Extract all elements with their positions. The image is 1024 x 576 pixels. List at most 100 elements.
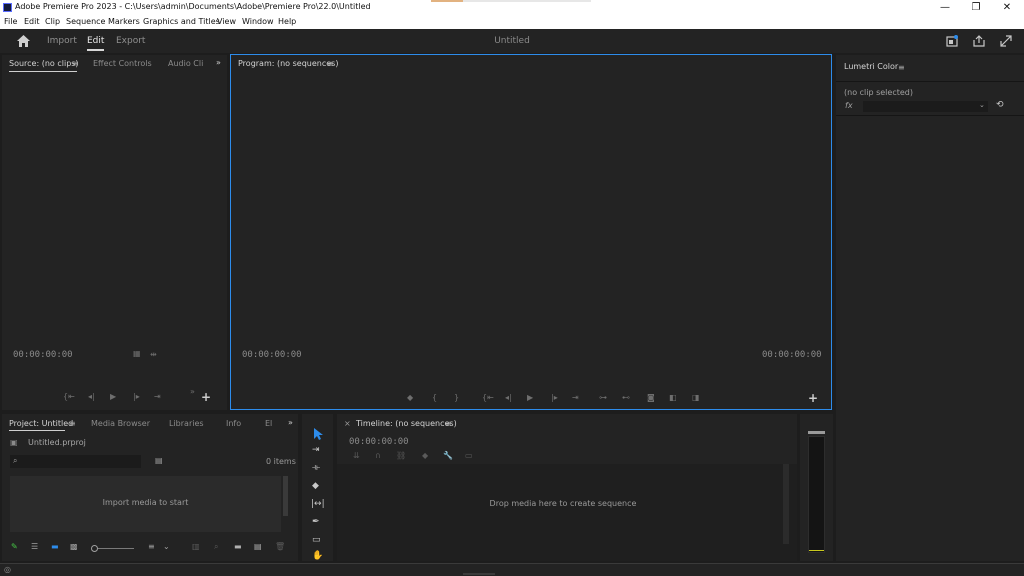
source-step-forward-icon[interactable]: |▸ <box>133 392 140 401</box>
timeline-settings-wrench-icon[interactable]: 🔧 <box>443 451 453 460</box>
source-go-to-out-icon[interactable]: ⇥ <box>154 392 161 401</box>
linked-selection-icon[interactable]: ⛓ <box>396 451 406 460</box>
background-tasks-icon[interactable]: ◎ <box>4 565 11 574</box>
lumetri-color-tab[interactable]: Lumetri Color <box>844 62 898 71</box>
menu-graphics-and-titles[interactable]: Graphics and Titles <box>143 17 220 26</box>
project-more-tabs-icon[interactable]: » <box>288 418 293 427</box>
program-tab[interactable]: Program: (no sequences) <box>238 59 338 68</box>
lumetri-clip-dropdown[interactable] <box>863 101 988 112</box>
source-step-back-icon[interactable]: ◂| <box>88 392 95 401</box>
ripple-edit-tool-icon[interactable]: ⟛ <box>312 463 320 473</box>
zoom-slider-handle[interactable] <box>91 545 98 552</box>
lumetri-divider-2 <box>836 115 1024 116</box>
program-comparison-view-icon[interactable]: ◧ <box>669 393 677 402</box>
timeline-drop-area[interactable]: Drop media here to create sequence <box>337 464 797 561</box>
menu-window[interactable]: Window <box>242 17 274 26</box>
project-search-field[interactable]: ⌕ <box>10 455 141 468</box>
audio-clip-mixer-tab[interactable]: Audio Cli <box>168 59 203 68</box>
program-mark-out-icon[interactable]: } <box>454 393 459 402</box>
list-view-icon[interactable]: ☰ <box>31 542 38 551</box>
workspaces-icon[interactable] <box>946 35 958 47</box>
project-panel-menu-icon[interactable]: ≡ <box>69 419 76 428</box>
menu-help[interactable]: Help <box>278 17 296 26</box>
program-add-button-icon[interactable]: + <box>808 391 818 405</box>
program-multicam-icon[interactable]: ◨ <box>692 393 700 402</box>
slip-tool-icon[interactable]: |↔| <box>311 499 325 509</box>
pen-tool-icon[interactable]: ✒ <box>312 517 320 527</box>
icon-view-icon[interactable]: ▬ <box>51 542 59 551</box>
audio-meter-clip-indicator[interactable] <box>808 431 825 434</box>
source-more-controls-icon[interactable]: » <box>190 387 195 396</box>
menu-file[interactable]: File <box>4 17 17 26</box>
program-step-forward-icon[interactable]: |▸ <box>551 393 558 402</box>
timeline-scrollbar[interactable] <box>783 464 789 544</box>
source-timecode[interactable]: 00:00:00:00 <box>13 350 73 360</box>
source-panel: Source: (no clips) ≡ Effect Controls Aud… <box>2 55 227 410</box>
minimize-button[interactable]: — <box>930 0 960 15</box>
project-media-drop-area[interactable]: Import media to start <box>10 476 281 532</box>
find-icon[interactable]: ⌕ <box>214 542 218 552</box>
rectangle-tool-icon[interactable]: ▭ <box>312 535 321 545</box>
program-go-to-out-icon[interactable]: ⇥ <box>572 393 579 402</box>
program-panel-menu-icon[interactable]: ≡ <box>327 59 334 68</box>
program-play-icon[interactable]: ▶ <box>527 393 533 402</box>
program-timecode-left[interactable]: 00:00:00:00 <box>242 350 302 360</box>
new-bin-bottom-icon[interactable]: ▬ <box>234 542 242 551</box>
writable-toggle-icon[interactable]: ✎ <box>11 542 18 551</box>
menu-edit[interactable]: Edit <box>24 17 40 26</box>
program-add-marker-icon[interactable]: ◆ <box>407 393 413 402</box>
clear-icon[interactable]: 🗑 <box>275 542 285 551</box>
fullscreen-icon[interactable] <box>1000 35 1012 47</box>
menu-sequence[interactable]: Sequence <box>66 17 105 26</box>
lumetri-panel-menu-icon[interactable]: ≡ <box>898 63 905 72</box>
timeline-close-icon[interactable]: × <box>344 419 351 428</box>
project-scrollbar[interactable] <box>283 476 288 516</box>
automate-to-sequence-icon[interactable]: ▥ <box>192 542 200 551</box>
timeline-tab[interactable]: Timeline: (no sequences) <box>356 419 457 428</box>
info-tab[interactable]: Info <box>226 419 241 428</box>
add-marker-icon[interactable]: ◆ <box>422 451 428 460</box>
timeline-panel-menu-icon[interactable]: ≡ <box>445 419 452 428</box>
razor-tool-icon[interactable]: ◆ <box>312 481 319 491</box>
program-lift-icon[interactable]: ⊶ <box>599 393 607 402</box>
maximize-button[interactable]: ❐ <box>961 0 991 15</box>
effects-tab[interactable]: El <box>265 419 272 428</box>
source-panel-menu-icon[interactable]: ≡ <box>72 59 79 68</box>
project-tab[interactable]: Project: Untitled <box>9 419 73 428</box>
source-tab[interactable]: Source: (no clips) <box>9 59 79 68</box>
program-export-frame-icon[interactable]: ◙ <box>647 393 655 402</box>
sort-icon[interactable]: ≡ <box>148 542 155 551</box>
program-extract-icon[interactable]: ⊷ <box>622 393 630 402</box>
lumetri-dropdown-chevron-icon[interactable]: ⌄ <box>979 101 985 109</box>
selection-tool-icon[interactable] <box>312 428 324 440</box>
program-go-to-in-icon[interactable]: {⇤ <box>482 393 494 402</box>
timeline-timecode[interactable]: 00:00:00:00 <box>349 437 409 447</box>
lumetri-reset-icon[interactable]: ⟲ <box>996 100 1004 110</box>
source-add-button-icon[interactable]: + <box>201 390 211 404</box>
sort-chevron-icon[interactable]: ⌄ <box>163 542 170 551</box>
hand-tool-icon[interactable]: ✋ <box>312 551 323 561</box>
captions-icon[interactable]: ▭ <box>465 451 473 460</box>
new-bin-icon[interactable]: ▤ <box>155 456 163 465</box>
menu-markers[interactable]: Markers <box>108 17 140 26</box>
source-play-icon[interactable]: ▶ <box>110 392 116 401</box>
more-tabs-icon[interactable]: » <box>216 58 221 67</box>
share-icon[interactable] <box>973 35 985 47</box>
source-clip-icon[interactable]: ▦ <box>133 349 141 358</box>
program-step-back-icon[interactable]: ◂| <box>505 393 512 402</box>
source-mark-in-icon[interactable]: {⇤ <box>63 392 75 401</box>
program-mark-in-icon[interactable]: { <box>432 393 437 402</box>
media-browser-tab[interactable]: Media Browser <box>91 419 150 428</box>
menu-clip[interactable]: Clip <box>45 17 60 26</box>
freeform-view-icon[interactable]: ▩ <box>70 542 78 551</box>
zoom-slider-track[interactable] <box>98 548 134 549</box>
menu-view[interactable]: View <box>217 17 236 26</box>
effect-controls-tab[interactable]: Effect Controls <box>93 59 152 68</box>
source-settings-icon[interactable]: ⇹ <box>150 350 157 359</box>
snap-icon[interactable]: ∩ <box>375 451 381 460</box>
libraries-tab[interactable]: Libraries <box>169 419 204 428</box>
insert-nest-icon[interactable]: ⇊ <box>353 451 360 460</box>
track-select-tool-icon[interactable]: ⇥ <box>312 445 320 455</box>
new-item-icon[interactable]: ▤ <box>254 542 262 551</box>
close-button[interactable]: ✕ <box>992 0 1022 15</box>
